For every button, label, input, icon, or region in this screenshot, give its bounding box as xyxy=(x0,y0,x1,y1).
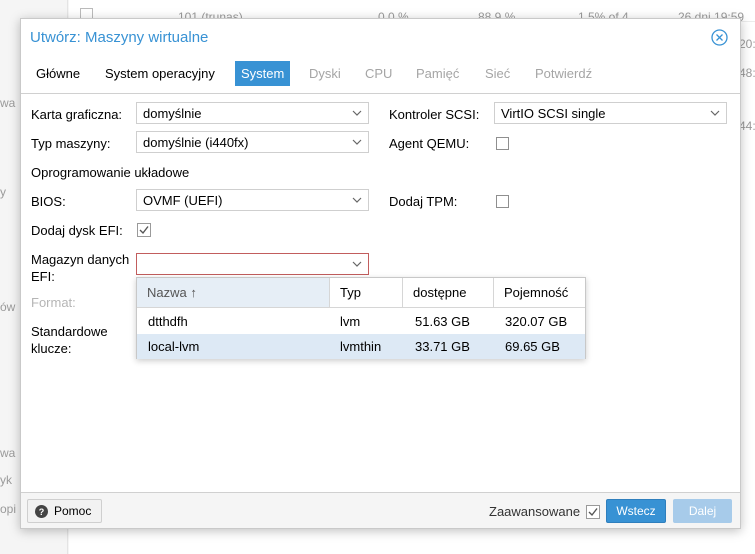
efi-storage-label: Magazyn danych EFI: xyxy=(31,252,130,284)
standard-keys-label: Standardowe klucze: xyxy=(31,324,108,356)
firmware-section-heading: Oprogramowanie układowe xyxy=(31,165,190,180)
storage-type: lvmthin xyxy=(340,339,382,354)
efi-storage-select[interactable] xyxy=(136,253,369,275)
column-header-type[interactable]: Typ xyxy=(330,278,403,307)
column-header-available[interactable]: dostępne xyxy=(403,278,494,307)
column-header-name[interactable]: Nazwa ↑ xyxy=(137,278,330,307)
tabs-divider xyxy=(21,93,740,94)
add-efi-disk-label: Dodaj dysk EFI: xyxy=(31,223,123,238)
storage-capacity: 69.65 GB xyxy=(505,339,560,354)
add-tpm-label: Dodaj TPM: xyxy=(389,194,458,209)
dialog-title: Utwórz: Maszyny wirtualne xyxy=(30,29,209,46)
machine-type-select[interactable]: domyślnie (i440fx) xyxy=(136,131,369,153)
efi-storage-dropdown: Nazwa ↑ Typ dostępne Pojemność dtthdfh l… xyxy=(136,277,586,359)
graphics-card-select[interactable]: domyślnie xyxy=(136,102,369,124)
background-left-text: opi xyxy=(0,502,17,516)
storage-name: dtthdfh xyxy=(148,314,188,329)
chevron-down-icon xyxy=(352,197,362,203)
chevron-down-icon xyxy=(352,110,362,116)
add-tpm-checkbox[interactable] xyxy=(496,195,509,208)
help-button[interactable]: ? Pomoc xyxy=(27,499,102,523)
chevron-down-icon xyxy=(352,139,362,145)
bios-label: BIOS: xyxy=(31,194,66,209)
tab-disks[interactable]: Dyski xyxy=(303,61,347,86)
tab-memory[interactable]: Pamięć xyxy=(410,61,465,86)
dropdown-header: Nazwa ↑ Typ dostępne Pojemność xyxy=(137,278,585,308)
chevron-down-icon xyxy=(352,261,362,267)
back-button[interactable]: Wstecz xyxy=(606,499,666,523)
tab-os[interactable]: System operacyjny xyxy=(99,61,221,86)
help-icon: ? xyxy=(35,505,48,518)
scsi-controller-select[interactable]: VirtIO SCSI single xyxy=(494,102,727,124)
storage-name: local-lvm xyxy=(148,339,200,354)
background-left-text: y xyxy=(0,185,6,199)
storage-available: 51.63 GB xyxy=(415,314,470,329)
background-right-text: 44: xyxy=(739,119,755,133)
svg-text:?: ? xyxy=(39,507,45,517)
storage-row[interactable]: dtthdfh lvm 51.63 GB 320.07 GB xyxy=(137,309,585,334)
tab-cpu[interactable]: CPU xyxy=(359,61,398,86)
advanced-checkbox[interactable] xyxy=(586,505,600,519)
dialog-footer: ? Pomoc Zaawansowane Wstecz Dalej xyxy=(21,492,740,528)
storage-row[interactable]: local-lvm lvmthin 33.71 GB 69.65 GB xyxy=(137,334,585,359)
background-left-text: wa xyxy=(0,96,16,110)
help-button-label: Pomoc xyxy=(54,504,92,518)
qemu-agent-checkbox[interactable] xyxy=(496,137,509,150)
storage-type: lvm xyxy=(340,314,361,329)
background-right-text: 48: xyxy=(739,66,755,80)
background-left-text: yk xyxy=(0,473,12,487)
storage-available: 33.71 GB xyxy=(415,339,470,354)
graphics-card-label: Karta graficzna: xyxy=(31,107,123,122)
qemu-agent-label: Agent QEMU: xyxy=(389,136,470,151)
close-icon[interactable] xyxy=(711,29,728,46)
background-right-text: 20: xyxy=(739,37,755,51)
create-vm-dialog: Utwórz: Maszyny wirtualne Główne System … xyxy=(20,18,741,529)
machine-type-label: Typ maszyny: xyxy=(31,136,111,151)
next-button[interactable]: Dalej xyxy=(673,499,732,523)
advanced-label: Zaawansowane xyxy=(489,504,581,519)
column-header-capacity[interactable]: Pojemność xyxy=(494,278,585,307)
bios-select[interactable]: OVMF (UEFI) xyxy=(136,189,369,211)
storage-capacity: 320.07 GB xyxy=(505,314,568,329)
graphics-card-value: domyślnie xyxy=(143,106,202,121)
background-left-text: ów xyxy=(0,300,16,314)
tab-system[interactable]: System xyxy=(235,61,291,86)
scsi-controller-value: VirtIO SCSI single xyxy=(501,106,606,121)
machine-type-value: domyślnie (i440fx) xyxy=(143,135,249,150)
tab-confirm[interactable]: Potwierdź xyxy=(529,61,598,86)
format-label: Format: xyxy=(31,295,76,310)
tab-general[interactable]: Główne xyxy=(30,61,86,86)
background-left-text: wa xyxy=(0,446,16,460)
add-efi-disk-checkbox[interactable] xyxy=(137,223,151,237)
bios-value: OVMF (UEFI) xyxy=(143,193,223,208)
tab-network[interactable]: Sieć xyxy=(479,61,516,86)
scsi-controller-label: Kontroler SCSI: xyxy=(389,107,480,122)
chevron-down-icon xyxy=(710,110,720,116)
